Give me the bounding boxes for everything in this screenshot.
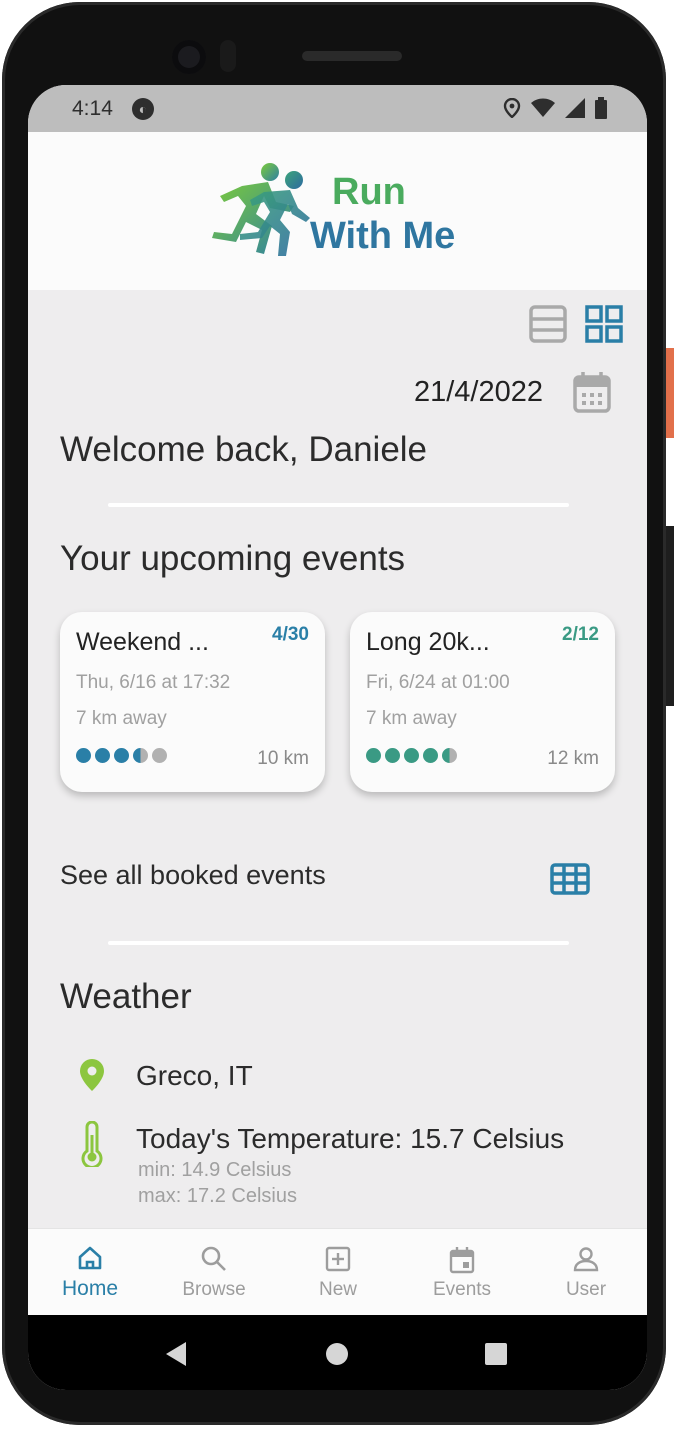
event-distance-away: 7 km away bbox=[76, 708, 167, 729]
date-row: 21/4/2022 bbox=[414, 371, 611, 413]
weather-max: max: 17.2 Celsius bbox=[138, 1185, 297, 1207]
volume-button bbox=[666, 526, 674, 706]
grid-view-icon[interactable] bbox=[585, 305, 623, 343]
rating-dot bbox=[385, 748, 400, 763]
app-logo-text: Run With Me bbox=[310, 170, 455, 258]
tab-label: Browse bbox=[182, 1279, 246, 1300]
upcoming-events-heading: Your upcoming events bbox=[60, 539, 406, 578]
phone-frame: 4:14 ◐ Run With Me 21/4/2022 Welcome bac… bbox=[2, 2, 674, 1425]
location-icon bbox=[503, 98, 521, 118]
event-participants: 2/12 bbox=[562, 624, 599, 645]
battery-icon bbox=[595, 97, 607, 119]
notification-badge-icon: ◐ bbox=[132, 98, 154, 120]
current-date: 21/4/2022 bbox=[413, 375, 543, 408]
list-view-icon[interactable] bbox=[529, 305, 567, 343]
proximity-sensor bbox=[220, 40, 236, 72]
rating-dot bbox=[95, 748, 110, 763]
app-screen: 4:14 ◐ Run With Me 21/4/2022 Welcome bac… bbox=[28, 85, 647, 1390]
back-icon[interactable] bbox=[164, 1341, 188, 1367]
rating-dot bbox=[404, 748, 419, 763]
calendar-icon bbox=[449, 1247, 475, 1274]
logo-line-2: With Me bbox=[310, 215, 456, 257]
tab-events[interactable]: Events bbox=[400, 1229, 524, 1316]
bottom-tab-bar: Home Browse New Events User bbox=[28, 1228, 647, 1316]
rating-dot bbox=[114, 748, 129, 763]
event-datetime: Fri, 6/24 at 01:00 bbox=[366, 672, 510, 693]
tab-label: Home bbox=[61, 1277, 119, 1300]
rating-dot bbox=[366, 748, 381, 763]
rating-dot bbox=[76, 748, 91, 763]
see-all-booked-events-link[interactable]: See all booked events bbox=[60, 860, 326, 891]
difficulty-rating bbox=[366, 748, 457, 763]
earpiece-speaker bbox=[302, 51, 402, 61]
event-title: Weekend ... bbox=[76, 628, 209, 656]
tab-user[interactable]: User bbox=[524, 1229, 647, 1316]
event-length: 12 km bbox=[547, 748, 599, 769]
tab-new[interactable]: New bbox=[276, 1229, 400, 1316]
front-camera bbox=[172, 40, 206, 74]
logo-line-1: Run bbox=[332, 171, 406, 213]
weather-heading: Weather bbox=[60, 977, 192, 1016]
rating-dot-empty bbox=[152, 748, 167, 763]
tab-label: New bbox=[318, 1279, 357, 1300]
tab-label: Events bbox=[432, 1279, 492, 1300]
event-card[interactable]: Weekend ... 4/30 Thu, 6/16 at 17:32 7 km… bbox=[60, 612, 325, 792]
weather-location: Greco, IT bbox=[136, 1060, 253, 1091]
calendar-icon[interactable] bbox=[573, 371, 611, 413]
location-pin-icon bbox=[80, 1059, 104, 1091]
search-icon bbox=[201, 1246, 226, 1271]
status-time: 4:14 bbox=[72, 97, 113, 120]
power-button bbox=[666, 348, 674, 438]
table-grid-icon[interactable] bbox=[550, 863, 590, 895]
divider bbox=[108, 503, 569, 507]
view-toggle bbox=[529, 305, 623, 343]
wifi-icon bbox=[531, 98, 555, 117]
rating-dot bbox=[423, 748, 438, 763]
tab-browse[interactable]: Browse bbox=[152, 1229, 276, 1316]
recents-icon[interactable] bbox=[485, 1343, 507, 1365]
rating-dot-half bbox=[133, 748, 148, 763]
event-datetime: Thu, 6/16 at 17:32 bbox=[76, 672, 231, 693]
weather-min: min: 14.9 Celsius bbox=[138, 1159, 292, 1181]
weather-temperature: Today's Temperature: 15.7 Celsius bbox=[136, 1123, 565, 1154]
status-icons bbox=[503, 97, 607, 119]
tab-label: User bbox=[565, 1279, 607, 1300]
event-title: Long 20k... bbox=[366, 628, 490, 656]
status-bar: 4:14 ◐ bbox=[28, 85, 647, 132]
home-circle-icon[interactable] bbox=[325, 1342, 349, 1366]
tab-home[interactable]: Home bbox=[28, 1229, 152, 1316]
system-navigation-bar bbox=[28, 1315, 647, 1390]
event-participants: 4/30 bbox=[272, 624, 309, 645]
app-header: Run With Me bbox=[28, 132, 647, 290]
welcome-heading: Welcome back, Daniele bbox=[60, 430, 428, 469]
user-icon bbox=[573, 1247, 599, 1272]
plus-square-icon bbox=[325, 1246, 351, 1272]
event-card[interactable]: Long 20k... 2/12 Fri, 6/24 at 01:00 7 km… bbox=[350, 612, 615, 792]
rating-dot-half bbox=[442, 748, 457, 763]
difficulty-rating bbox=[76, 748, 167, 763]
thermometer-icon bbox=[81, 1121, 103, 1167]
signal-icon bbox=[565, 98, 585, 118]
event-length: 10 km bbox=[257, 748, 309, 769]
event-distance-away: 7 km away bbox=[366, 708, 457, 729]
runners-logo-icon bbox=[212, 163, 310, 256]
home-icon bbox=[78, 1246, 102, 1270]
divider bbox=[108, 941, 569, 945]
